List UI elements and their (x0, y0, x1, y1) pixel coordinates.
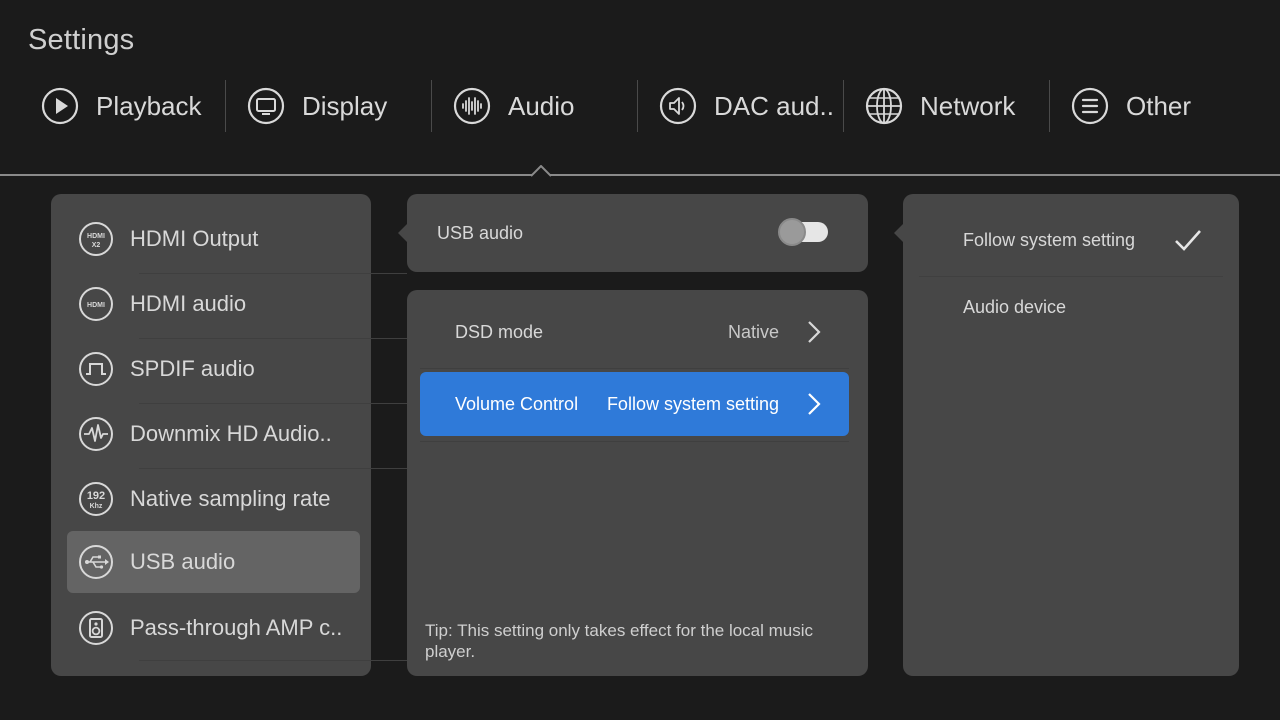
option-label: Audio device (963, 296, 1067, 317)
hdmi-icon-text: HDMI (87, 233, 105, 240)
play-icon (41, 87, 79, 125)
rate-icon-text: 192 (87, 490, 105, 502)
page-title: Settings (28, 24, 135, 56)
speaker-icon (659, 87, 697, 125)
option-label: Follow system setting (963, 229, 1136, 250)
sidebar-item-pass-through-amp[interactable]: Pass-through AMP c.. (67, 597, 360, 659)
sidebar-item-label: Pass-through AMP c.. (130, 615, 343, 640)
menu-list-icon (1071, 87, 1109, 125)
checkmark-icon (1175, 230, 1201, 251)
panel-pointer (894, 224, 903, 242)
tab-playback[interactable]: Playback (0, 78, 206, 134)
sidebar-item-native-sampling-rate[interactable]: 192 Khz Native sampling rate (67, 468, 360, 530)
row-value: Native (727, 321, 779, 342)
tab-label: DAC aud.. (714, 90, 834, 121)
tab-label: Display (302, 90, 388, 121)
tab-bar: Playback Display Audio DAC aud.. Network… (0, 78, 1280, 134)
amp-speaker-icon (78, 610, 114, 646)
sidebar-item-label: HDMI Output (130, 226, 259, 251)
usb-audio-label: USB audio (437, 223, 524, 243)
row-label: Volume Control (455, 393, 579, 414)
tab-label: Playback (96, 90, 202, 121)
rate-icon-subtext: Khz (90, 503, 103, 510)
globe-icon (865, 87, 903, 125)
sample-rate-192-icon: 192 Khz (78, 481, 114, 517)
divider (139, 660, 407, 661)
hdmi-icon-subtext: X2 (92, 242, 101, 249)
sidebar-item-hdmi-audio[interactable]: HDMI HDMI audio (67, 273, 360, 335)
option-audio-device[interactable]: Audio device (919, 277, 1223, 337)
audio-wave-icon (453, 87, 491, 125)
tab-audio[interactable]: Audio (412, 78, 618, 134)
hdmi-icon: HDMI (78, 286, 114, 322)
sidebar-item-label: Downmix HD Audio.. (130, 421, 332, 446)
chevron-right-icon (808, 393, 821, 415)
waveform-icon (78, 416, 114, 452)
usb-audio-toggle[interactable] (778, 218, 830, 246)
monitor-icon (247, 87, 285, 125)
panel-pointer (398, 224, 407, 242)
sidebar: HDMI X2 HDMI Output HDMI HDMI audio SPDI… (51, 194, 407, 676)
tab-label: Network (920, 90, 1016, 121)
sidebar-item-label: SPDIF audio (130, 356, 255, 381)
sidebar-item-label: Native sampling rate (130, 486, 331, 511)
options-panel: Follow system setting Audio device (894, 194, 1239, 676)
tab-label: Other (1126, 90, 1192, 121)
dsd-mode-row[interactable]: DSD mode Native (420, 300, 849, 364)
chevron-right-icon (808, 321, 821, 343)
divider (420, 368, 849, 369)
sidebar-item-label: USB audio (130, 549, 236, 574)
sidebar-item-usb-audio[interactable]: USB audio (67, 531, 360, 593)
sidebar-item-label: HDMI audio (130, 291, 247, 316)
spdif-pulse-icon (78, 351, 114, 387)
option-follow-system[interactable]: Follow system setting (919, 210, 1223, 270)
settings-panel: DSD mode Native Volume Control Follow sy… (407, 290, 868, 676)
usb-audio-panel: USB audio (398, 194, 868, 272)
hdmi-x2-icon: HDMI X2 (78, 221, 114, 257)
volume-control-row[interactable]: Volume Control Follow system setting (420, 372, 849, 436)
tab-label: Audio (508, 90, 575, 121)
row-label: DSD mode (455, 321, 544, 342)
tab-underline (0, 174, 1280, 176)
sidebar-item-hdmi-output[interactable]: HDMI X2 HDMI Output (67, 208, 360, 270)
active-tab-caret (531, 165, 551, 177)
divider (420, 441, 849, 442)
row-value: Follow system setting (606, 393, 779, 414)
hdmi-icon-text: HDMI (87, 302, 105, 309)
tab-dac-audio[interactable]: DAC aud.. (618, 78, 834, 134)
usb-icon (78, 544, 114, 580)
tab-network[interactable]: Network (824, 78, 1030, 134)
tip-text: Tip: This setting only takes effect for … (425, 621, 814, 661)
sidebar-item-spdif-audio[interactable]: SPDIF audio (67, 338, 360, 400)
sidebar-item-downmix[interactable]: Downmix HD Audio.. (67, 403, 360, 465)
tab-other[interactable]: Other (1030, 78, 1236, 134)
toggle-knob (778, 218, 806, 246)
tab-display[interactable]: Display (206, 78, 412, 134)
